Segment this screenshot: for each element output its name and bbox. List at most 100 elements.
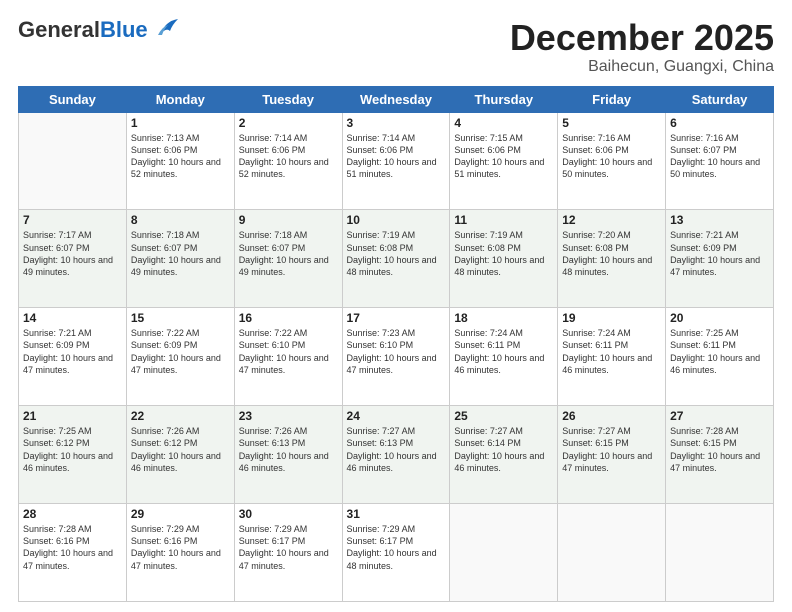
day-number: 8 <box>131 213 230 227</box>
day-info: Sunrise: 7:21 AMSunset: 6:09 PMDaylight:… <box>23 327 122 376</box>
calendar-cell: 12 Sunrise: 7:20 AMSunset: 6:08 PMDayligh… <box>558 210 666 308</box>
day-header-thursday: Thursday <box>450 86 558 112</box>
calendar-cell: 27Sunrise: 7:28 AMSunset: 6:15 PMDayligh… <box>666 406 774 504</box>
calendar-cell: 5Sunrise: 7:16 AMSunset: 6:06 PMDaylight… <box>558 112 666 210</box>
calendar-week-row: 28Sunrise: 7:28 AMSunset: 6:16 PMDayligh… <box>19 504 774 602</box>
day-info: Sunrise: 7:14 AMSunset: 6:06 PMDaylight:… <box>239 132 338 181</box>
calendar-week-row: 14Sunrise: 7:21 AMSunset: 6:09 PMDayligh… <box>19 308 774 406</box>
calendar-cell: 31 Sunrise: 7:29 AMSunset: 6:17 PMDayligh… <box>342 504 450 602</box>
day-number: 23 <box>239 409 338 423</box>
calendar-cell <box>19 112 127 210</box>
day-info: Sunrise: 7:22 AMSunset: 6:09 PMDaylight:… <box>131 327 230 376</box>
location-title: Baihecun, Guangxi, China <box>510 58 774 76</box>
calendar-cell: 6Sunrise: 7:16 AMSunset: 6:07 PMDaylight… <box>666 112 774 210</box>
day-info: Sunrise: 7:15 AMSunset: 6:06 PMDaylight:… <box>454 132 553 181</box>
day-number: 22 <box>131 409 230 423</box>
calendar-cell <box>558 504 666 602</box>
logo-text: GeneralBlue <box>18 18 148 42</box>
calendar-cell: 22 Sunrise: 7:26 AMSunset: 6:12 PMDayligh… <box>126 406 234 504</box>
calendar-cell: 3Sunrise: 7:14 AMSunset: 6:06 PMDaylight… <box>342 112 450 210</box>
day-number: 18 <box>454 311 553 325</box>
day-info: Sunrise: 7:25 AMSunset: 6:11 PMDaylight:… <box>670 327 769 376</box>
day-number: 11 <box>454 213 553 227</box>
calendar-cell: 7 Sunrise: 7:17 AMSunset: 6:07 PMDaylight… <box>19 210 127 308</box>
calendar-cell: 21 Sunrise: 7:25 AMSunset: 6:12 PMDayligh… <box>19 406 127 504</box>
day-info: Sunrise: 7:27 AMSunset: 6:15 PMDaylight:… <box>562 425 661 474</box>
calendar-cell: 2 Sunrise: 7:14 AMSunset: 6:06 PMDaylight… <box>234 112 342 210</box>
day-info: Sunrise: 7:17 AMSunset: 6:07 PMDaylight:… <box>23 229 122 278</box>
day-number: 30 <box>239 507 338 521</box>
calendar-cell: 11 Sunrise: 7:19 AMSunset: 6:08 PMDayligh… <box>450 210 558 308</box>
day-info: Sunrise: 7:25 AMSunset: 6:12 PMDaylight:… <box>23 425 122 474</box>
day-info: Sunrise: 7:22 AMSunset: 6:10 PMDaylight:… <box>239 327 338 376</box>
bird-icon <box>150 17 180 39</box>
day-info: Sunrise: 7:20 AMSunset: 6:08 PMDaylight:… <box>562 229 661 278</box>
day-info: Sunrise: 7:24 AMSunset: 6:11 PMDaylight:… <box>562 327 661 376</box>
calendar-cell: 15 Sunrise: 7:22 AMSunset: 6:09 PMDayligh… <box>126 308 234 406</box>
day-number: 29 <box>131 507 230 521</box>
calendar-cell: 8 Sunrise: 7:18 AMSunset: 6:07 PMDaylight… <box>126 210 234 308</box>
calendar-cell <box>666 504 774 602</box>
calendar-cell: 13Sunrise: 7:21 AMSunset: 6:09 PMDayligh… <box>666 210 774 308</box>
day-info: Sunrise: 7:19 AMSunset: 6:08 PMDaylight:… <box>347 229 446 278</box>
day-number: 15 <box>131 311 230 325</box>
day-info: Sunrise: 7:29 AMSunset: 6:17 PMDaylight:… <box>347 523 446 572</box>
calendar-cell <box>450 504 558 602</box>
day-number: 21 <box>23 409 122 423</box>
calendar-cell: 1Sunrise: 7:13 AMSunset: 6:06 PMDaylight… <box>126 112 234 210</box>
day-number: 25 <box>454 409 553 423</box>
day-number: 9 <box>239 213 338 227</box>
calendar-week-row: 1Sunrise: 7:13 AMSunset: 6:06 PMDaylight… <box>19 112 774 210</box>
day-header-wednesday: Wednesday <box>342 86 450 112</box>
day-info: Sunrise: 7:28 AMSunset: 6:15 PMDaylight:… <box>670 425 769 474</box>
calendar-cell: 17 Sunrise: 7:23 AMSunset: 6:10 PMDayligh… <box>342 308 450 406</box>
day-number: 17 <box>347 311 446 325</box>
day-number: 12 <box>562 213 661 227</box>
day-info: Sunrise: 7:29 AMSunset: 6:16 PMDaylight:… <box>131 523 230 572</box>
day-info: Sunrise: 7:18 AMSunset: 6:07 PMDaylight:… <box>131 229 230 278</box>
day-number: 1 <box>131 116 230 130</box>
day-header-monday: Monday <box>126 86 234 112</box>
day-number: 19 <box>562 311 661 325</box>
day-number: 4 <box>454 116 553 130</box>
calendar-cell: 29 Sunrise: 7:29 AMSunset: 6:16 PMDayligh… <box>126 504 234 602</box>
header: GeneralBlue December 2025 Baihecun, Guan… <box>18 18 774 76</box>
day-info: Sunrise: 7:27 AMSunset: 6:14 PMDaylight:… <box>454 425 553 474</box>
day-info: Sunrise: 7:16 AMSunset: 6:07 PMDaylight:… <box>670 132 769 181</box>
logo-blue: Blue <box>100 17 148 42</box>
day-info: Sunrise: 7:29 AMSunset: 6:17 PMDaylight:… <box>239 523 338 572</box>
logo: GeneralBlue <box>18 18 180 42</box>
calendar-table: SundayMondayTuesdayWednesdayThursdayFrid… <box>18 86 774 602</box>
day-info: Sunrise: 7:26 AMSunset: 6:13 PMDaylight:… <box>239 425 338 474</box>
day-info: Sunrise: 7:26 AMSunset: 6:12 PMDaylight:… <box>131 425 230 474</box>
calendar-cell: 9 Sunrise: 7:18 AMSunset: 6:07 PMDaylight… <box>234 210 342 308</box>
day-info: Sunrise: 7:28 AMSunset: 6:16 PMDaylight:… <box>23 523 122 572</box>
calendar-cell: 23 Sunrise: 7:26 AMSunset: 6:13 PMDayligh… <box>234 406 342 504</box>
day-number: 13 <box>670 213 769 227</box>
page: GeneralBlue December 2025 Baihecun, Guan… <box>0 0 792 612</box>
calendar-cell: 26 Sunrise: 7:27 AMSunset: 6:15 PMDayligh… <box>558 406 666 504</box>
day-number: 26 <box>562 409 661 423</box>
day-info: Sunrise: 7:23 AMSunset: 6:10 PMDaylight:… <box>347 327 446 376</box>
logo-general: General <box>18 17 100 42</box>
day-header-tuesday: Tuesday <box>234 86 342 112</box>
calendar-cell: 4 Sunrise: 7:15 AMSunset: 6:06 PMDaylight… <box>450 112 558 210</box>
day-number: 5 <box>562 116 661 130</box>
calendar-cell: 18Sunrise: 7:24 AMSunset: 6:11 PMDayligh… <box>450 308 558 406</box>
day-number: 7 <box>23 213 122 227</box>
month-title: December 2025 <box>510 18 774 58</box>
calendar-cell: 25 Sunrise: 7:27 AMSunset: 6:14 PMDayligh… <box>450 406 558 504</box>
calendar-cell: 28Sunrise: 7:28 AMSunset: 6:16 PMDayligh… <box>19 504 127 602</box>
day-number: 2 <box>239 116 338 130</box>
day-number: 31 <box>347 507 446 521</box>
day-header-friday: Friday <box>558 86 666 112</box>
day-info: Sunrise: 7:18 AMSunset: 6:07 PMDaylight:… <box>239 229 338 278</box>
day-info: Sunrise: 7:14 AMSunset: 6:06 PMDaylight:… <box>347 132 446 181</box>
calendar-cell: 16Sunrise: 7:22 AMSunset: 6:10 PMDayligh… <box>234 308 342 406</box>
day-info: Sunrise: 7:19 AMSunset: 6:08 PMDaylight:… <box>454 229 553 278</box>
day-number: 20 <box>670 311 769 325</box>
day-number: 10 <box>347 213 446 227</box>
calendar-cell: 20 Sunrise: 7:25 AMSunset: 6:11 PMDayligh… <box>666 308 774 406</box>
calendar-cell: 10 Sunrise: 7:19 AMSunset: 6:08 PMDayligh… <box>342 210 450 308</box>
calendar-cell: 14Sunrise: 7:21 AMSunset: 6:09 PMDayligh… <box>19 308 127 406</box>
